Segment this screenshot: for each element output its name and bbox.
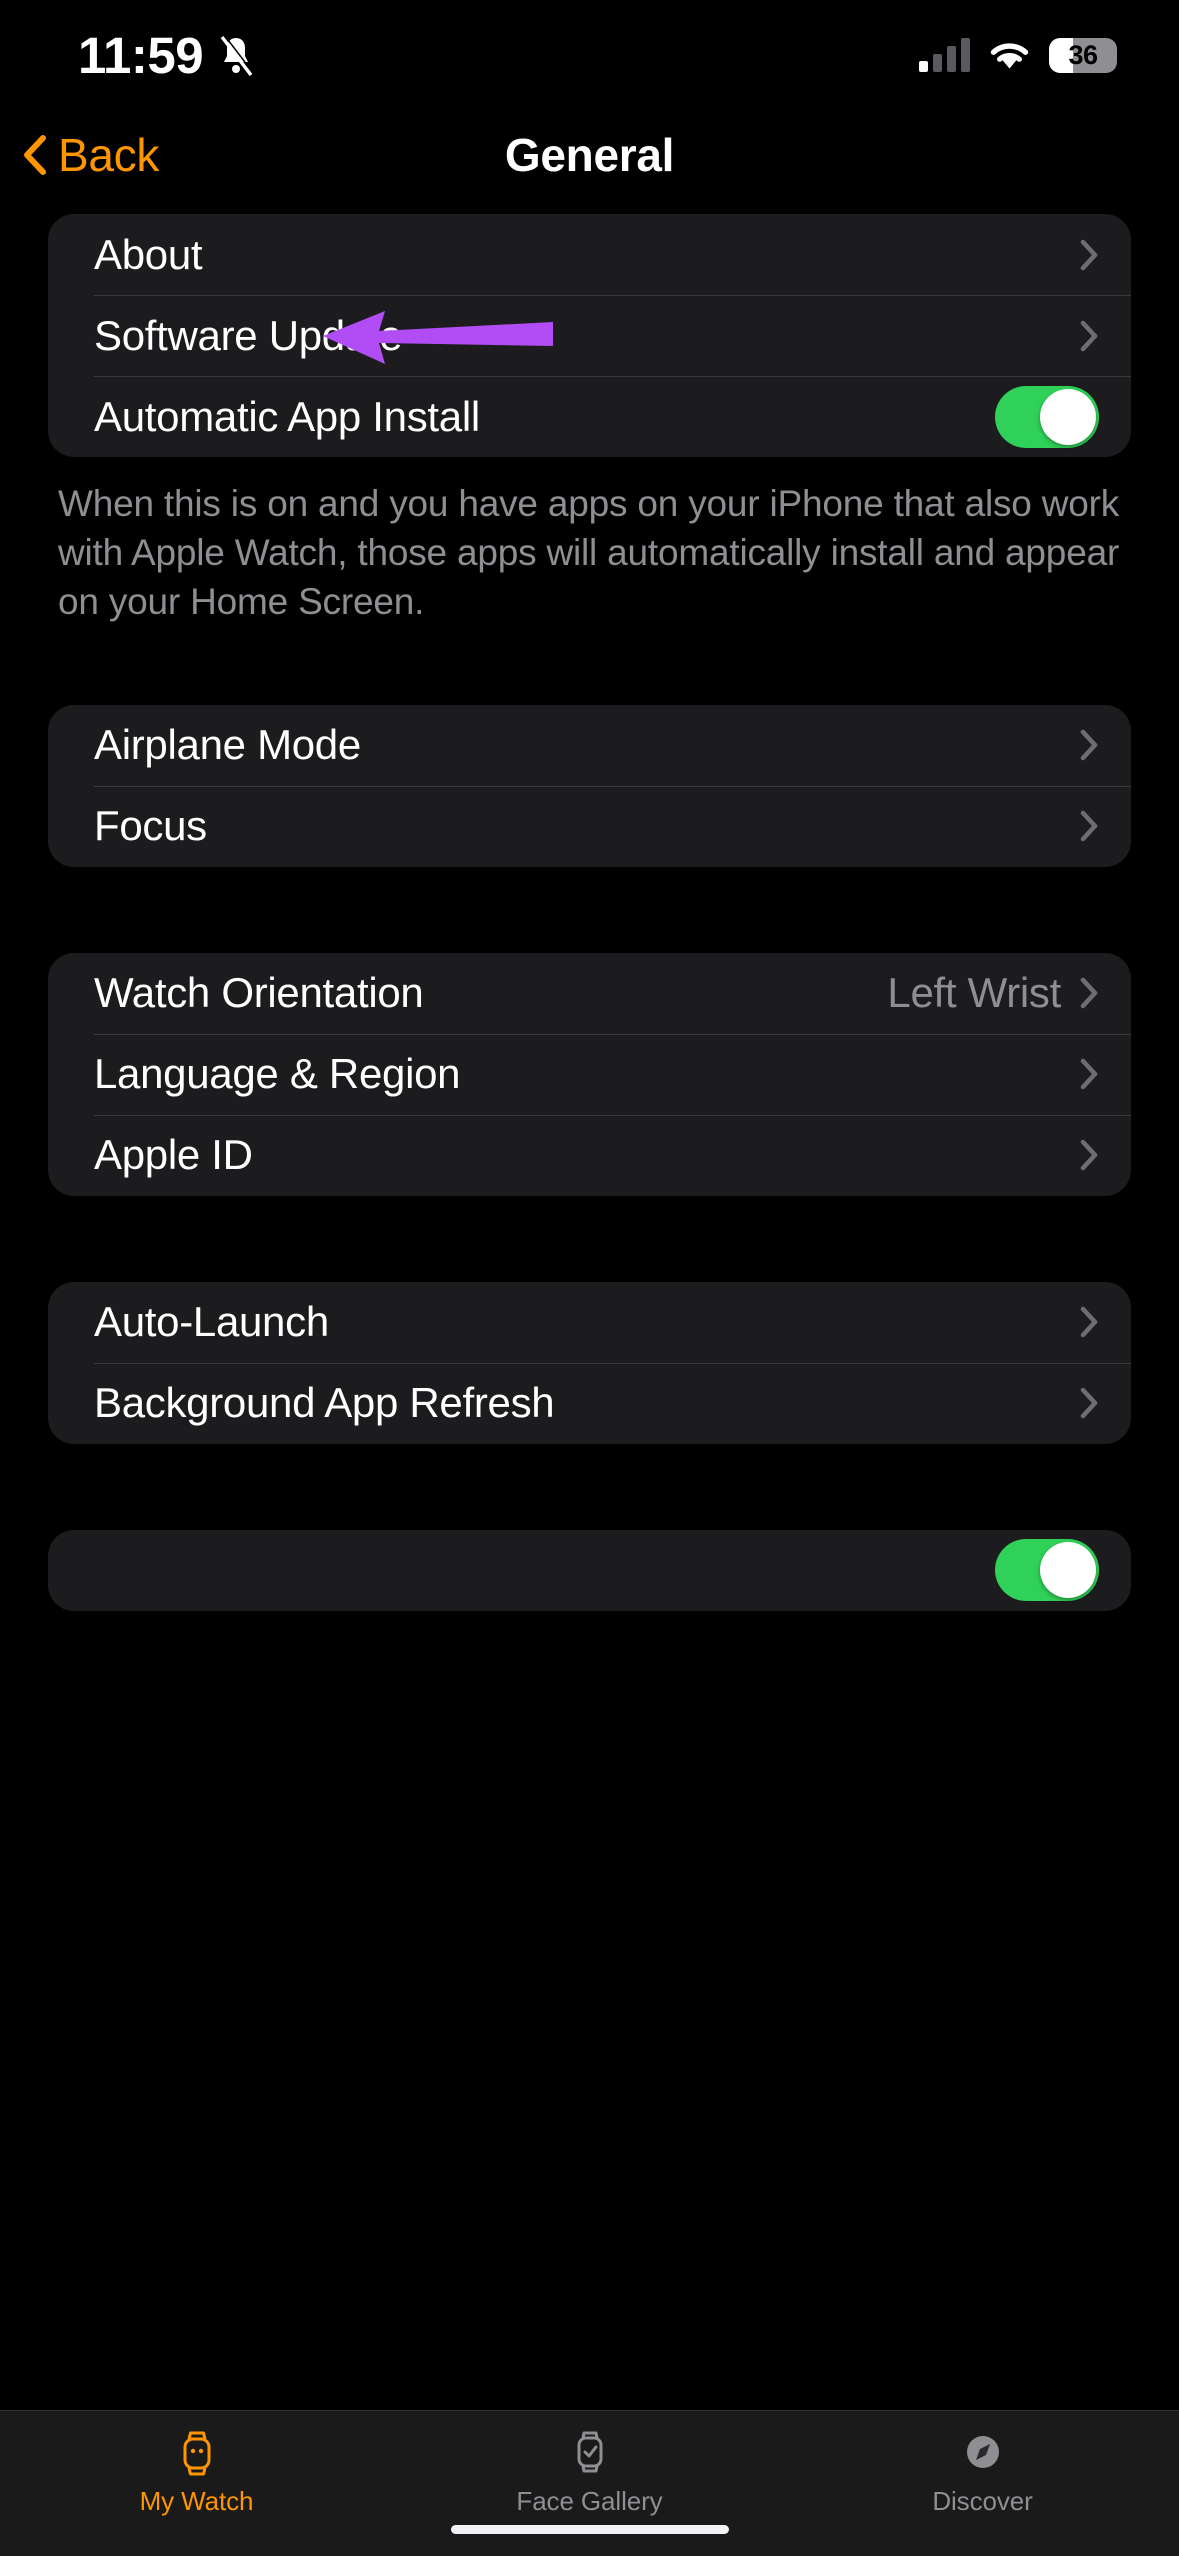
row-label: Language & Region: [94, 1050, 461, 1098]
row-label: Apple ID: [94, 1131, 253, 1179]
tab-my-watch[interactable]: My Watch: [0, 2427, 393, 2517]
row-label: Automatic App Install: [94, 392, 480, 440]
settings-group-apps: Auto-Launch Background App Refresh: [48, 1281, 1131, 1444]
chevron-right-icon: [1079, 809, 1099, 843]
row-label: About: [94, 230, 203, 278]
navigation-bar: Back General: [0, 110, 1179, 200]
row-software-update[interactable]: Software Update: [48, 295, 1131, 376]
watch-orientation-value: Left Wrist: [887, 969, 1061, 1017]
chevron-right-icon: [1079, 1057, 1099, 1091]
tab-label: My Watch: [139, 2486, 254, 2516]
chevron-right-icon: [1079, 728, 1099, 762]
settings-group-partial: [48, 1529, 1131, 1611]
row-about[interactable]: About: [48, 214, 1131, 295]
battery-indicator: 36: [1049, 37, 1117, 73]
tab-label: Face Gallery: [516, 2486, 663, 2516]
watch-icon: [171, 2427, 223, 2479]
row-label: Background App Refresh: [94, 1379, 555, 1427]
tab-face-gallery[interactable]: Face Gallery: [393, 2427, 786, 2517]
row-label: Software Update: [94, 311, 403, 359]
tab-bar: My Watch Face Gallery Discover: [0, 2410, 1179, 2556]
automatic-app-install-toggle[interactable]: [995, 385, 1099, 448]
compass-icon: [957, 2427, 1009, 2479]
chevron-right-icon: [1079, 1138, 1099, 1172]
toggle-knob: [1040, 388, 1096, 445]
settings-group-personal: Watch Orientation Left Wrist Language & …: [48, 952, 1131, 1196]
status-bar-left: 11:59: [78, 26, 255, 85]
page-title: General: [504, 129, 675, 181]
chevron-right-icon: [1079, 1386, 1099, 1420]
chevron-right-icon: [1079, 238, 1099, 272]
home-indicator: [450, 2525, 729, 2534]
tab-label: Discover: [932, 2486, 1033, 2516]
row-automatic-app-install[interactable]: Automatic App Install: [48, 376, 1131, 457]
row-apple-id[interactable]: Apple ID: [48, 1114, 1131, 1196]
row-background-app-refresh[interactable]: Background App Refresh: [48, 1362, 1131, 1444]
row-partial-toggle[interactable]: [48, 1530, 1131, 1611]
row-label: Watch Orientation: [94, 969, 424, 1017]
row-focus[interactable]: Focus: [48, 785, 1131, 867]
status-bar-clock: 11:59: [78, 26, 204, 84]
cellular-signal-icon: [919, 38, 970, 72]
settings-list[interactable]: About Software Update Automatic App Inst…: [0, 200, 1179, 2410]
row-label: Auto-Launch: [94, 1298, 329, 1346]
partial-toggle[interactable]: [995, 1539, 1099, 1602]
watch-face-icon: [564, 2427, 616, 2479]
row-airplane-mode[interactable]: Airplane Mode: [48, 705, 1131, 786]
toggle-knob: [1040, 1542, 1096, 1599]
row-label: Airplane Mode: [94, 721, 361, 769]
tab-discover[interactable]: Discover: [786, 2427, 1179, 2517]
automatic-app-install-description: When this is on and you have apps on you…: [58, 483, 1120, 623]
row-language-region[interactable]: Language & Region: [48, 1033, 1131, 1115]
chevron-right-icon: [1079, 319, 1099, 353]
battery-percent-label: 36: [1068, 39, 1098, 70]
wifi-icon: [987, 38, 1032, 72]
chevron-right-icon: [1079, 1305, 1099, 1339]
chevron-right-icon: [1079, 976, 1099, 1010]
row-auto-launch[interactable]: Auto-Launch: [48, 1282, 1131, 1363]
bell-slash-icon: [217, 34, 255, 77]
settings-group-connectivity: Airplane Mode Focus: [48, 704, 1131, 867]
watch-app-general-screen: 11:59 36 Back General About Software Upd…: [0, 0, 1179, 2556]
row-watch-orientation[interactable]: Watch Orientation Left Wrist: [48, 953, 1131, 1034]
status-bar-right: 36: [919, 37, 1117, 73]
row-label: Focus: [94, 802, 207, 850]
status-bar: 11:59 36: [0, 0, 1179, 110]
settings-group-system: About Software Update Automatic App Inst…: [48, 214, 1131, 457]
